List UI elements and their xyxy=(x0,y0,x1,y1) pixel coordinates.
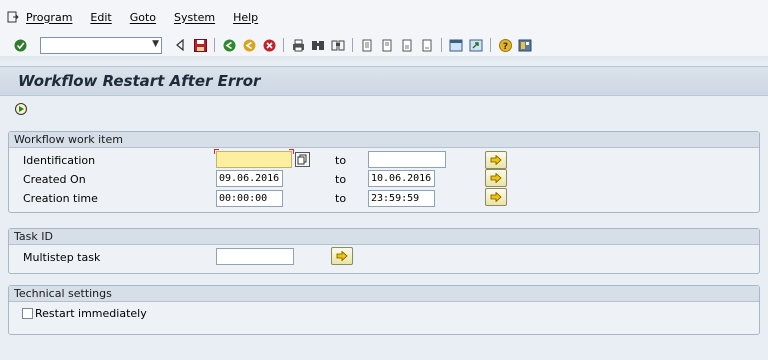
arrow-right-icon xyxy=(336,251,348,261)
created-on-from-input[interactable]: 09.06.2016 xyxy=(216,170,283,187)
identification-multiple-selection-button[interactable] xyxy=(485,151,507,169)
created-on-label: Created On xyxy=(23,173,86,186)
toolbar-separator xyxy=(214,38,215,52)
identification-to-label: to xyxy=(335,154,347,167)
created-on-to-label: to xyxy=(335,173,347,186)
system-menu-icon[interactable] xyxy=(6,10,20,24)
multistep-task-input[interactable] xyxy=(216,248,294,265)
toolbar-separator xyxy=(352,38,353,52)
arrow-right-icon xyxy=(490,155,502,165)
enter-icon[interactable] xyxy=(12,37,28,53)
toolbar-separator xyxy=(441,38,442,52)
group-workflow-work-item: Workflow work item Identification to Cre… xyxy=(8,131,760,213)
multistep-task-label: Multistep task xyxy=(23,251,101,264)
page-title: Workflow Restart After Error xyxy=(18,72,261,90)
toolbar-separator xyxy=(490,38,491,52)
exit-yellow-icon[interactable] xyxy=(241,37,257,53)
restart-immediately-checkbox[interactable] xyxy=(22,308,33,319)
menu-bar: Program Edit Goto System Help xyxy=(0,0,768,34)
find-next-icon[interactable] xyxy=(330,37,346,53)
creation-time-to-label: to xyxy=(335,192,347,205)
group-header: Technical settings xyxy=(9,286,759,302)
chevron-down-icon[interactable]: ▼ xyxy=(152,39,159,49)
group-technical-settings: Technical settings Restart immediately xyxy=(8,285,760,335)
svg-text:?: ? xyxy=(502,42,507,52)
created-on-to-input[interactable]: 10.06.2016 xyxy=(368,170,435,187)
print-icon[interactable] xyxy=(290,37,306,53)
menu-help[interactable]: Help xyxy=(233,11,258,24)
identification-label: Identification xyxy=(23,154,96,167)
arrow-right-icon xyxy=(490,173,502,183)
previous-page-icon[interactable] xyxy=(379,37,395,53)
creation-time-label: Creation time xyxy=(23,192,98,205)
arrow-right-icon xyxy=(490,192,502,202)
menu-goto[interactable]: Goto xyxy=(130,11,156,24)
execute-icon[interactable] xyxy=(14,102,28,116)
menu-program[interactable]: Program xyxy=(26,11,72,24)
creation-time-from-input[interactable]: 00:00:00 xyxy=(216,190,283,207)
customize-layout-icon[interactable] xyxy=(517,37,533,53)
identification-from-input[interactable] xyxy=(216,151,292,168)
group-header: Workflow work item xyxy=(9,132,759,148)
group-task-id: Task ID Multistep task xyxy=(8,228,760,274)
standard-toolbar: ▼ ? xyxy=(0,34,768,56)
next-page-icon[interactable] xyxy=(399,37,415,53)
first-page-icon[interactable] xyxy=(359,37,375,53)
command-field[interactable]: ▼ xyxy=(40,36,162,54)
multistep-task-multiple-selection-button[interactable] xyxy=(331,247,353,265)
created-on-multiple-selection-button[interactable] xyxy=(485,169,507,187)
save-icon[interactable] xyxy=(192,37,208,53)
back-arrow-icon[interactable] xyxy=(172,37,188,53)
back-green-icon[interactable] xyxy=(221,37,237,53)
find-icon[interactable] xyxy=(310,37,326,53)
identification-to-input[interactable] xyxy=(368,151,446,168)
cancel-icon[interactable] xyxy=(261,37,277,53)
application-toolbar xyxy=(0,97,768,121)
toolbar-separator xyxy=(283,38,284,52)
group-header: Task ID xyxy=(9,229,759,245)
title-bar: Workflow Restart After Error xyxy=(0,66,768,96)
create-session-icon[interactable] xyxy=(448,37,464,53)
menu-edit[interactable]: Edit xyxy=(90,11,111,24)
restart-immediately-label: Restart immediately xyxy=(35,307,147,320)
help-icon[interactable]: ? xyxy=(497,37,513,53)
required-marker xyxy=(214,149,219,154)
required-marker xyxy=(289,149,294,154)
creation-time-to-input[interactable]: 23:59:59 xyxy=(368,190,435,207)
toolbar-divider xyxy=(0,56,768,64)
menu-system[interactable]: System xyxy=(174,11,215,24)
last-page-icon[interactable] xyxy=(419,37,435,53)
creation-time-multiple-selection-button[interactable] xyxy=(485,188,507,206)
multiple-selection-icon[interactable] xyxy=(295,152,310,167)
shortcut-icon[interactable] xyxy=(468,37,484,53)
